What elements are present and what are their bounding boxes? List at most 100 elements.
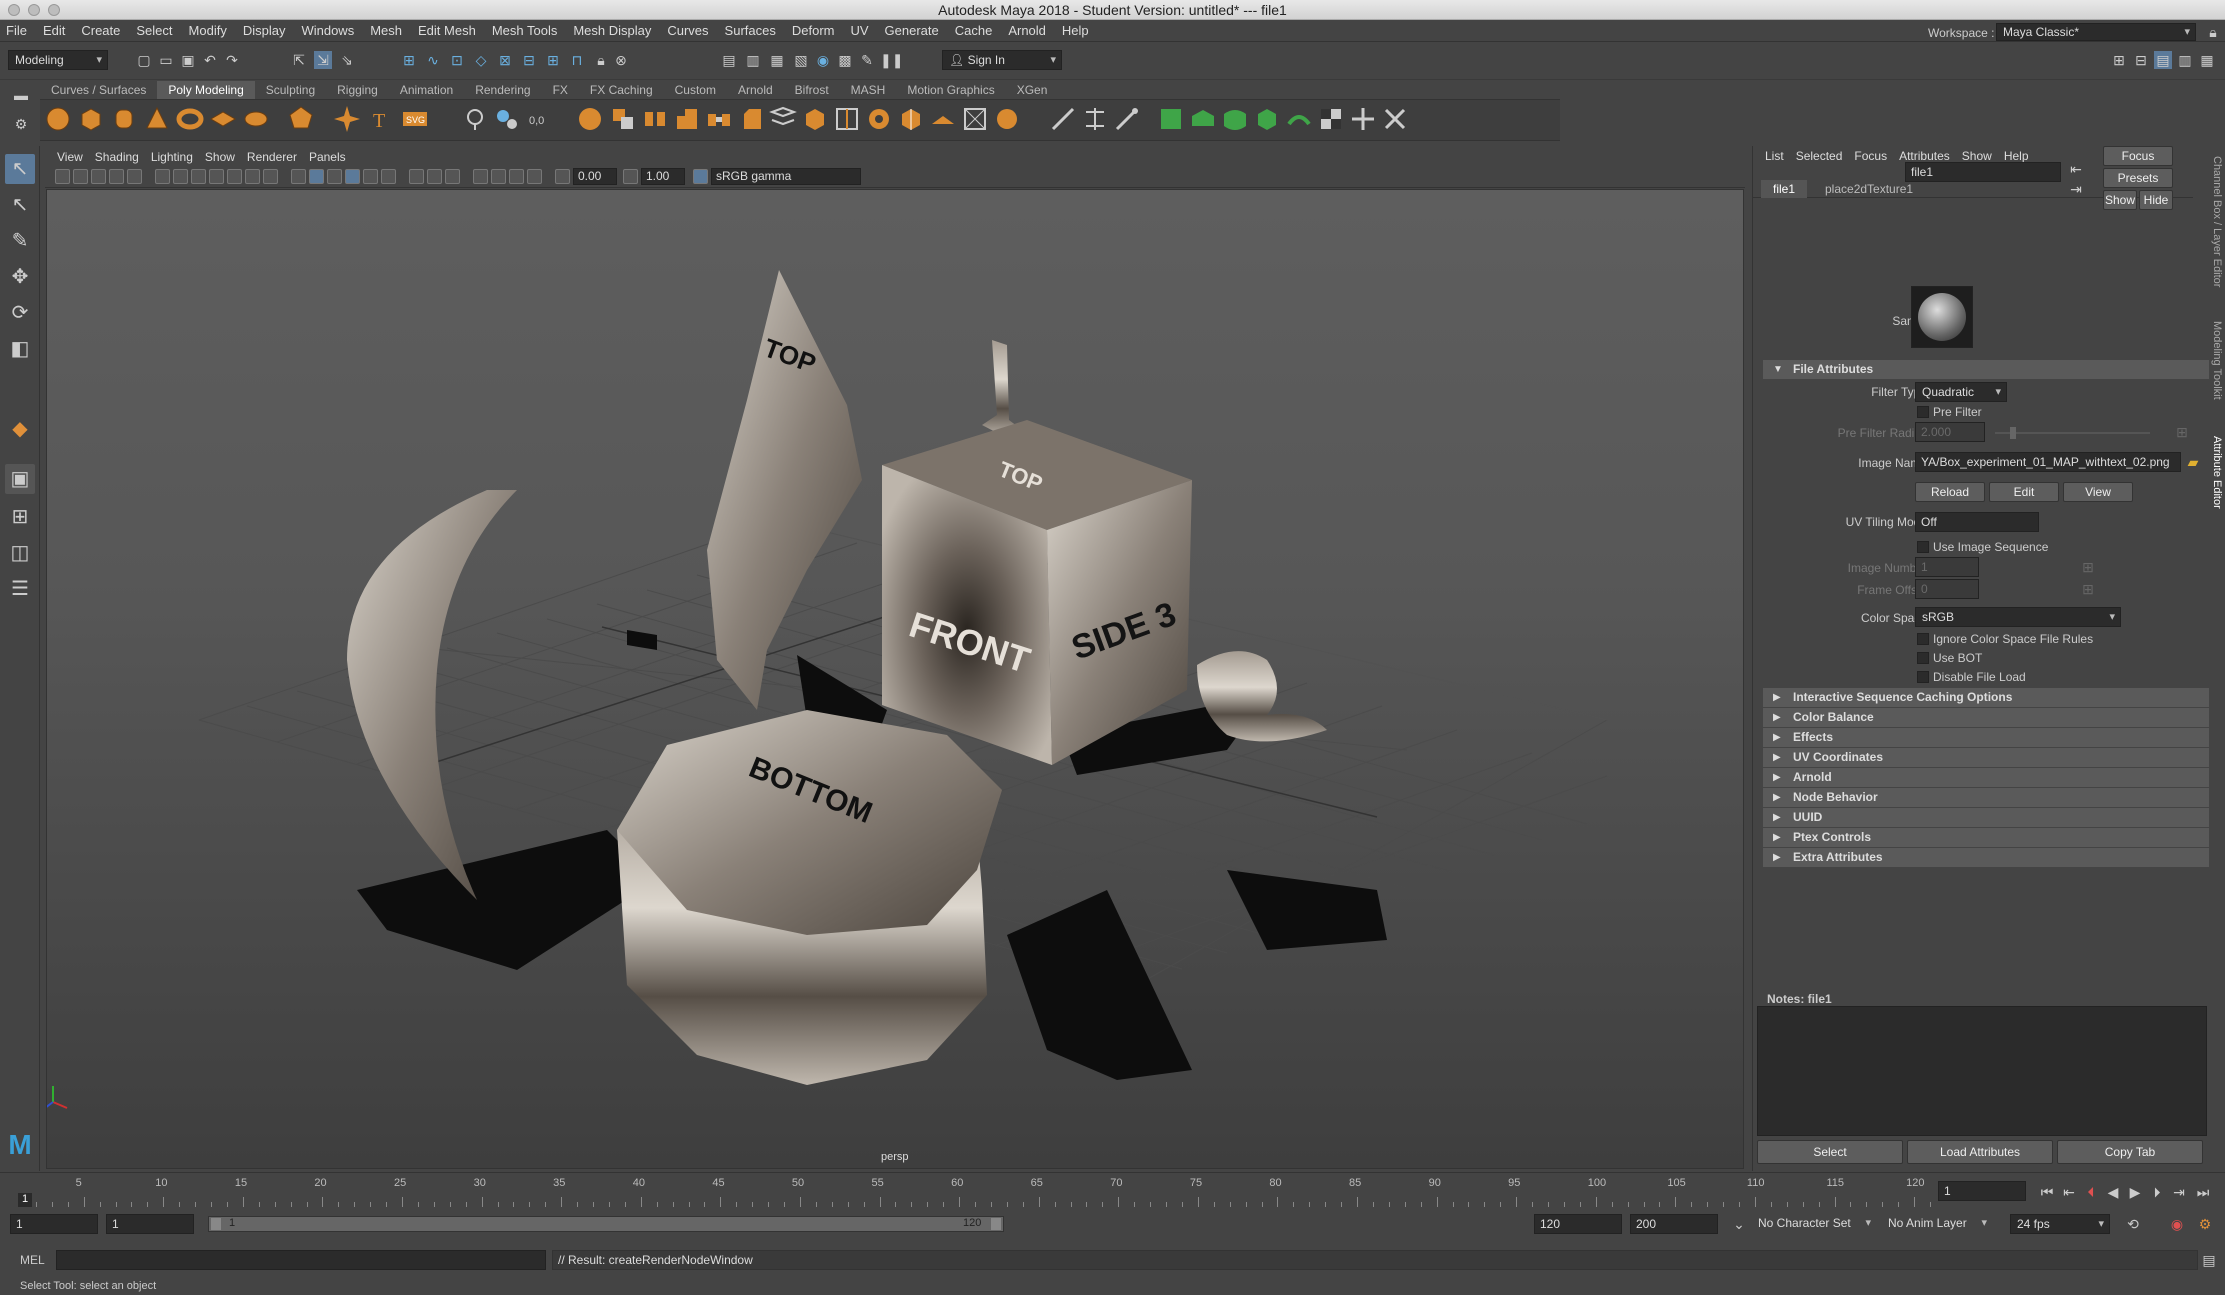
select-tool-icon[interactable]: ↖	[5, 154, 35, 184]
play-forwards-icon[interactable]: ▶	[2126, 1183, 2144, 1201]
outliner-icon[interactable]: ☰	[5, 574, 35, 604]
menu-edit[interactable]: Edit	[43, 23, 65, 38]
section-arnold[interactable]: ▶ Arnold	[1763, 768, 2209, 787]
poke-icon[interactable]	[896, 104, 926, 134]
side-tab-modeling-toolkit[interactable]: Modeling Toolkit	[2211, 321, 2223, 400]
workspace-lock-icon[interactable]: 🔒︎	[2204, 23, 2222, 41]
step-back-key-icon[interactable]: ⇤	[2060, 1183, 2078, 1201]
colorspace-dropdown[interactable]: sRGB gamma	[711, 168, 861, 185]
field-chart-icon[interactable]	[227, 169, 242, 184]
poly-cylinder-icon[interactable]	[109, 104, 139, 134]
extrude-icon[interactable]	[672, 104, 702, 134]
spherical-map-icon[interactable]	[1252, 104, 1282, 134]
cylindrical-map-icon[interactable]	[1220, 104, 1250, 134]
uv-editor-icon[interactable]	[1156, 104, 1186, 134]
svg-tool-icon[interactable]: SVG	[400, 104, 430, 134]
octagon-prism-object[interactable]: BOTTOM	[617, 710, 1002, 1085]
select-button[interactable]: Select	[1757, 1140, 1903, 1164]
extract-icon[interactable]	[575, 104, 605, 134]
pre-filter-radius-slider[interactable]	[1995, 427, 2150, 439]
shelf-tab-fx-caching[interactable]: FX Caching	[579, 81, 664, 99]
image-number-field[interactable]: 1	[1915, 557, 1979, 577]
color-space-dropdown[interactable]: sRGB	[1915, 607, 2121, 627]
pre-filter-checkbox[interactable]	[1917, 406, 1929, 418]
open-scene-icon[interactable]: ▭	[157, 51, 175, 69]
cut-uv-icon[interactable]	[1380, 104, 1410, 134]
crescent-object[interactable]	[347, 490, 517, 900]
side-tab-channel-box[interactable]: Channel Box / Layer Editor	[2211, 156, 2223, 287]
time-slider[interactable]: 5 10 15 20 25 30 35 40 45 50 55 60 65 70 75 80 85 90 95 100…	[0, 1172, 2225, 1210]
smooth-shade-icon[interactable]	[309, 169, 324, 184]
tool-settings-icon[interactable]: ▥	[2176, 51, 2194, 69]
anim-start-field[interactable]: 1	[106, 1214, 194, 1234]
side-tab-attribute-editor[interactable]: Attribute Editor	[2211, 436, 2223, 509]
redo-icon[interactable]: ↷	[223, 51, 241, 69]
checker-icon[interactable]	[1316, 104, 1346, 134]
boolean-icon[interactable]	[608, 104, 638, 134]
shadows-icon[interactable]	[381, 169, 396, 184]
menu-mesh-display[interactable]: Mesh Display	[573, 23, 651, 38]
range-start-handle[interactable]	[211, 1218, 221, 1230]
grease-pencil-icon[interactable]	[127, 169, 142, 184]
connect-icon[interactable]	[992, 104, 1022, 134]
zoom-window-button[interactable]	[48, 4, 60, 16]
viewport-menu-shading[interactable]: Shading	[95, 150, 139, 164]
bookmark-icon[interactable]	[73, 169, 88, 184]
character-controls-icon[interactable]: ⊟	[2132, 51, 2150, 69]
shelf-tab-bifrost[interactable]: Bifrost	[784, 81, 840, 99]
section-color-balance[interactable]: ▶ Color Balance	[1763, 708, 2209, 727]
ignore-color-space-rules-checkbox[interactable]	[1917, 633, 1929, 645]
xray-components-icon[interactable]	[527, 169, 542, 184]
section-effects[interactable]: ▶ Effects	[1763, 728, 2209, 747]
menu-edit-mesh[interactable]: Edit Mesh	[418, 23, 476, 38]
notes-textarea[interactable]	[1757, 1006, 2207, 1136]
input-connections-icon[interactable]: ⇤	[2067, 160, 2085, 178]
camera-attributes-icon[interactable]	[55, 169, 70, 184]
light-editor-icon[interactable]: ✎	[858, 51, 876, 69]
film-gate-icon[interactable]	[173, 169, 188, 184]
ae-menu-selected[interactable]: Selected	[1796, 149, 1843, 163]
shelf-tab-custom[interactable]: Custom	[664, 81, 727, 99]
save-scene-icon[interactable]: ▣	[179, 51, 197, 69]
menu-mesh-tools[interactable]: Mesh Tools	[492, 23, 558, 38]
poly-disc-icon[interactable]	[241, 104, 271, 134]
gate-mask-icon[interactable]	[209, 169, 224, 184]
offset-edge-loop-icon[interactable]	[864, 104, 894, 134]
image-number-map-icon[interactable]: ⊞	[2079, 558, 2097, 576]
scale-tool-icon[interactable]: ◧	[5, 334, 35, 364]
wireframe-on-shaded-icon[interactable]	[327, 169, 342, 184]
construction-history-icon[interactable]: ⊗	[612, 51, 630, 69]
section-uv-coordinates[interactable]: ▶ UV Coordinates	[1763, 748, 2209, 767]
isolate-select-icon[interactable]	[473, 169, 488, 184]
start-time-field[interactable]: 1	[10, 1214, 98, 1234]
bridge-icon[interactable]	[704, 104, 734, 134]
menu-uv[interactable]: UV	[850, 23, 868, 38]
menu-mesh[interactable]: Mesh	[370, 23, 402, 38]
combine-icon[interactable]	[460, 104, 490, 134]
poly-cone-icon[interactable]	[142, 104, 172, 134]
tab-file1[interactable]: file1	[1761, 180, 1808, 198]
xray-joints-icon[interactable]	[509, 169, 524, 184]
select-hierarchy-icon[interactable]: ⇱	[290, 51, 308, 69]
reload-button[interactable]: Reload	[1915, 482, 1985, 502]
menu-arnold[interactable]: Arnold	[1008, 23, 1046, 38]
workspace-dropdown[interactable]: Maya Classic*	[1996, 23, 2196, 41]
lasso-tool-icon[interactable]: ↖	[5, 190, 35, 220]
new-scene-icon[interactable]: ▢	[135, 51, 153, 69]
ae-menu-show[interactable]: Show	[1962, 149, 1992, 163]
image-name-field[interactable]: YA/Box_experiment_01_MAP_withtext_02.png	[1915, 452, 2181, 472]
viewport-menu-view[interactable]: View	[57, 150, 83, 164]
section-ptex-controls[interactable]: ▶ Ptex Controls	[1763, 828, 2209, 847]
loop-icon[interactable]: ⟲	[2124, 1215, 2142, 1233]
shelf-tab-sculpting[interactable]: Sculpting	[255, 81, 326, 99]
play-backwards-icon[interactable]: ◀	[2104, 1183, 2122, 1201]
shelf-tab-mash[interactable]: MASH	[840, 81, 897, 99]
shelf-tab-rigging[interactable]: Rigging	[326, 81, 389, 99]
separate-icon[interactable]	[492, 104, 522, 134]
section-interactive-sequence-caching[interactable]: ▶ Interactive Sequence Caching Options	[1763, 688, 2209, 707]
poly-sphere-icon[interactable]	[43, 104, 73, 134]
shelf-tab-curves-surfaces[interactable]: Curves / Surfaces	[40, 81, 157, 99]
modeling-toolkit-icon[interactable]: ⊞	[2110, 51, 2128, 69]
select-component-icon[interactable]: ⇘	[338, 51, 356, 69]
use-bot-checkbox[interactable]	[1917, 652, 1929, 664]
